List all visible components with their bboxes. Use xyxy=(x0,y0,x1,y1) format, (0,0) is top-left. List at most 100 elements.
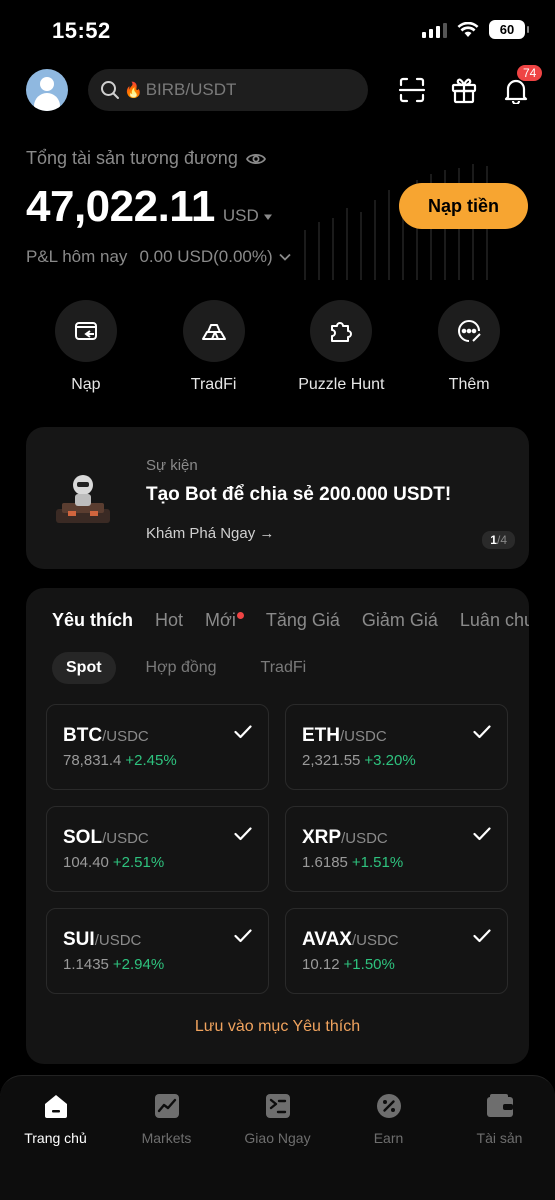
checkmark-icon[interactable] xyxy=(473,929,491,943)
scan-button[interactable] xyxy=(397,75,427,105)
pair-card[interactable]: XRP/USDC 1.6185 +1.51% xyxy=(285,806,508,892)
total-assets-amount: 47,022.11 xyxy=(26,182,215,231)
quick-action-deposit[interactable]: Nạp xyxy=(22,300,150,394)
nav-markets[interactable]: Markets xyxy=(113,1092,221,1200)
pair-base: ETH xyxy=(302,725,340,746)
notification-badge: 74 xyxy=(517,65,543,81)
pair-card[interactable]: SOL/USDC 104.40 +2.51% xyxy=(46,806,269,892)
pair-price: 1.6185 xyxy=(302,854,348,871)
gift-icon xyxy=(451,78,477,104)
notifications-button[interactable]: 74 xyxy=(501,65,543,105)
pair-base: BTC xyxy=(63,725,103,746)
checkmark-icon[interactable] xyxy=(234,827,252,841)
avatar[interactable] xyxy=(26,69,68,111)
app-header: 🔥 BIRB/USDT 74 xyxy=(26,65,543,112)
quick-action-label: Thêm xyxy=(448,376,490,393)
earn-icon xyxy=(376,1094,401,1118)
quick-action-puzzle-hunt[interactable]: Puzzle Hunt xyxy=(278,300,406,394)
status-indicators: 60 xyxy=(422,20,529,39)
nav-label: Earn xyxy=(373,1130,404,1146)
search-placeholder: BIRB/USDT xyxy=(145,80,237,99)
market-watchlist: Yêu thích Hot Mới Tăng Giá Giảm Giá Luân… xyxy=(26,588,529,1064)
nav-earn[interactable]: Earn xyxy=(335,1092,443,1200)
pair-quote: /USDC xyxy=(351,932,399,949)
nav-label: Tài sản xyxy=(476,1130,523,1146)
pair-price: 78,831.4 xyxy=(63,752,122,769)
pair-card[interactable]: AVAX/USDC 10.12 +1.50% xyxy=(285,908,508,994)
event-page-total: /4 xyxy=(496,533,507,547)
tab-losers[interactable]: Giảm Giá xyxy=(362,610,438,631)
nav-label: Markets xyxy=(141,1130,192,1146)
currency-label: USD xyxy=(222,206,259,225)
pair-quote: /USDC xyxy=(341,830,388,847)
pnl-today[interactable]: P&L hôm nay 0.00 USD(0.00%) xyxy=(26,247,291,267)
subtab-spot[interactable]: Spot xyxy=(52,652,116,684)
currency-selector[interactable]: USD xyxy=(223,206,274,226)
pnl-value: 0.00 USD(0.00%) xyxy=(139,247,273,266)
status-time: 15:52 xyxy=(52,18,111,43)
pair-price: 2,321.55 xyxy=(302,752,361,769)
quick-action-label: TradFi xyxy=(190,376,237,393)
pnl-label: P&L hôm nay xyxy=(26,247,128,266)
market-tabs: Yêu thích Hot Mới Tăng Giá Giảm Giá Luân… xyxy=(52,610,529,631)
total-assets-label: Tổng tài sản tương đương xyxy=(26,148,266,169)
total-assets-label-text: Tổng tài sản tương đương xyxy=(26,148,238,168)
pair-change: +1.51% xyxy=(351,854,404,871)
quick-actions: Nạp TradFi Puzzle Hunt Thêm xyxy=(22,300,533,394)
checkmark-icon[interactable] xyxy=(234,929,252,943)
quick-action-more[interactable]: Thêm xyxy=(405,300,533,394)
event-banner[interactable]: Sự kiện Tạo Bot để chia sẻ 200.000 USDT!… xyxy=(26,427,529,569)
pair-base: SOL xyxy=(63,827,103,848)
checkmark-icon[interactable] xyxy=(473,725,491,739)
gift-button[interactable] xyxy=(449,75,479,105)
pair-change: +2.45% xyxy=(125,752,177,769)
tab-hot[interactable]: Hot xyxy=(155,610,183,631)
scan-icon xyxy=(398,77,426,103)
subtab-tradfi[interactable]: TradFi xyxy=(247,652,321,684)
pair-card[interactable]: BTC/USDC 78,831.4 +2.45% xyxy=(46,704,269,790)
pair-change: +1.50% xyxy=(343,956,395,973)
nav-label: Trang chủ xyxy=(24,1130,87,1146)
total-assets-value: 47,022.11 USD xyxy=(26,182,273,232)
save-to-favorites-button[interactable]: Lưu vào mục Yêu thích xyxy=(26,1018,529,1036)
nav-home[interactable]: Trang chủ xyxy=(2,1092,110,1200)
caret-down-icon xyxy=(264,214,273,220)
subtab-futures[interactable]: Hợp đồng xyxy=(132,652,231,684)
bottom-navigation: Trang chủ Markets Giao Ngay Earn Tài sản xyxy=(0,1075,555,1200)
pair-change: +2.51% xyxy=(112,854,165,871)
event-explore-link[interactable]: Khám Phá Ngay → xyxy=(146,525,274,542)
deposit-button[interactable]: Nạp tiền xyxy=(399,183,528,229)
pair-base: SUI xyxy=(63,929,95,950)
pair-quote: /USDC xyxy=(102,728,149,745)
nav-spot-trade[interactable]: Giao Ngay xyxy=(224,1092,332,1200)
nav-label: Giao Ngay xyxy=(244,1130,311,1146)
tab-gainers[interactable]: Tăng Giá xyxy=(266,610,340,631)
checkmark-icon[interactable] xyxy=(473,827,491,841)
pair-card[interactable]: SUI/USDC 1.1435 +2.94% xyxy=(46,908,269,994)
search-icon xyxy=(101,81,119,99)
puzzle-icon xyxy=(331,322,353,342)
pair-grid: BTC/USDC 78,831.4 +2.45% ETH/USDC 2,321.5… xyxy=(46,704,509,994)
quick-action-label: Nạp xyxy=(71,376,101,393)
pair-card[interactable]: ETH/USDC 2,321.55 +3.20% xyxy=(285,704,508,790)
wallet-in-icon xyxy=(74,322,97,340)
search-bar[interactable]: 🔥 BIRB/USDT xyxy=(88,69,368,111)
fire-icon: 🔥 xyxy=(124,82,143,99)
event-page-current: 1 xyxy=(490,533,497,547)
quick-action-tradfi[interactable]: TradFi xyxy=(150,300,278,394)
status-bar: 15:52 60 xyxy=(0,0,555,64)
wifi-icon xyxy=(457,21,479,37)
tab-turnover[interactable]: Luân chuyển xyxy=(460,610,529,631)
spot-trade-icon xyxy=(265,1094,290,1118)
event-pagination: 1/4 xyxy=(482,531,515,549)
cellular-signal-icon xyxy=(422,22,447,38)
checkmark-icon[interactable] xyxy=(234,725,252,739)
nav-assets[interactable]: Tài sản xyxy=(446,1092,554,1200)
tab-favorites[interactable]: Yêu thích xyxy=(52,610,133,631)
pair-base: AVAX xyxy=(302,929,352,950)
eye-icon[interactable] xyxy=(245,152,266,166)
tab-new[interactable]: Mới xyxy=(205,610,244,631)
home-icon xyxy=(44,1095,67,1118)
pair-quote: /USDC xyxy=(340,728,387,745)
pair-price: 104.40 xyxy=(63,854,109,871)
